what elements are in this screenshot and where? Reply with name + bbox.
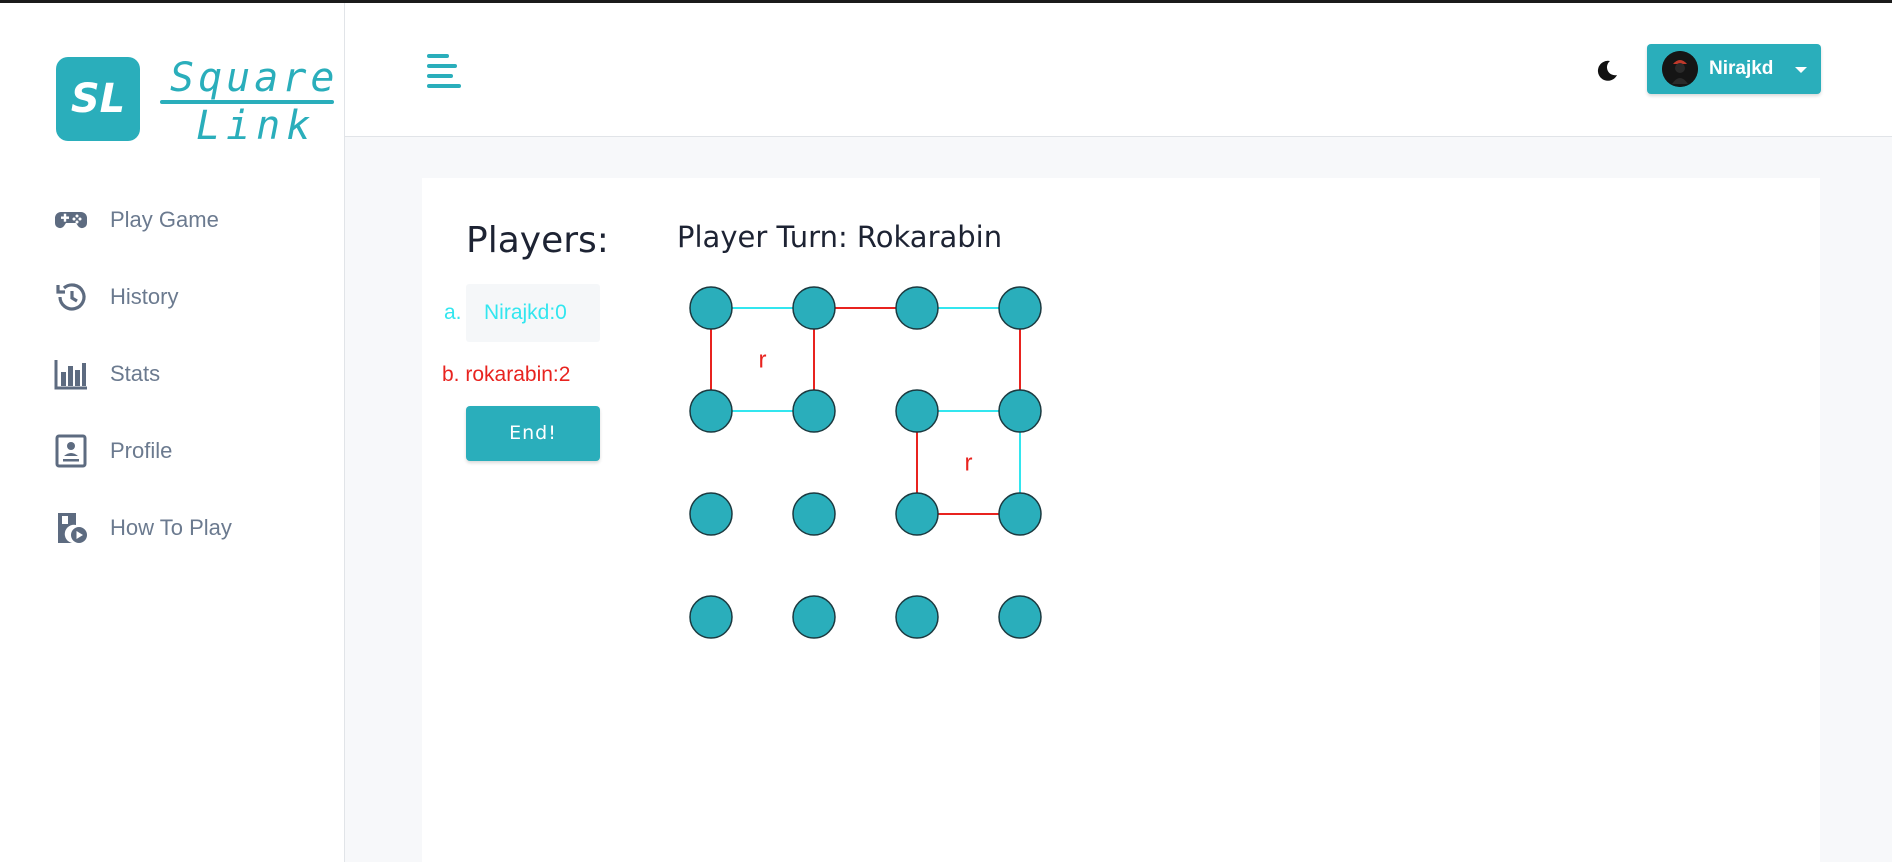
user-menu-button[interactable]: Nirajkd xyxy=(1647,44,1821,94)
board-dot[interactable] xyxy=(895,595,939,639)
sidebar: SL Square Link Play Game History Stats P… xyxy=(0,3,345,862)
logo-badge: SL xyxy=(56,57,140,141)
history-icon xyxy=(56,283,86,311)
user-name: Nirajkd xyxy=(1709,58,1774,79)
sidebar-item-history[interactable]: History xyxy=(54,276,314,353)
sidebar-item-label: Profile xyxy=(110,438,173,463)
board-dot[interactable] xyxy=(895,492,939,536)
sidebar-item-label: How To Play xyxy=(110,515,232,540)
board-dot[interactable] xyxy=(792,492,836,536)
board-dot[interactable] xyxy=(792,286,836,330)
player-a-item: Nirajkd:0 xyxy=(466,284,600,342)
bar-chart-icon xyxy=(54,360,87,390)
board-dot[interactable] xyxy=(792,595,836,639)
logo-wordmark: Square Link xyxy=(160,55,339,149)
board-dot[interactable] xyxy=(689,492,733,536)
hamburger-icon[interactable] xyxy=(427,52,463,90)
game-card xyxy=(422,178,1820,862)
end-game-button[interactable]: End! xyxy=(466,406,600,461)
board-dot[interactable] xyxy=(792,389,836,433)
avatar xyxy=(1662,51,1698,87)
video-guide-icon xyxy=(58,513,87,543)
sidebar-nav: Play Game History Stats Profile How To P… xyxy=(54,199,314,584)
logo-word-link: Link xyxy=(196,103,317,149)
board-dot[interactable] xyxy=(998,492,1042,536)
player-turn-label: Player Turn: Rokarabin xyxy=(677,220,1003,254)
player-a-score: Nirajkd:0 xyxy=(484,301,567,324)
player-b-marker: b. xyxy=(442,363,460,386)
sidebar-item-profile[interactable]: Profile xyxy=(54,430,314,507)
player-a-marker: a. xyxy=(444,301,462,324)
board-dot[interactable] xyxy=(998,595,1042,639)
board-dot[interactable] xyxy=(998,389,1042,433)
logo-word-square: Square xyxy=(170,55,339,101)
player-b-score: rokarabin:2 xyxy=(465,363,571,386)
logo-initials: SL xyxy=(70,76,126,122)
sidebar-item-label: History xyxy=(110,284,179,309)
top-header: Nirajkd xyxy=(345,3,1892,136)
gamepad-icon xyxy=(55,212,87,228)
board-dot[interactable] xyxy=(689,389,733,433)
board-dot[interactable] xyxy=(689,286,733,330)
sidebar-item-label: Play Game xyxy=(110,207,219,232)
board-dot[interactable] xyxy=(895,286,939,330)
player-b-item: b. rokarabin:2 xyxy=(442,363,570,387)
board-dot[interactable] xyxy=(895,389,939,433)
sidebar-item-play-game[interactable]: Play Game xyxy=(54,199,314,276)
board-dot[interactable] xyxy=(689,595,733,639)
moon-icon[interactable] xyxy=(1594,58,1620,84)
players-heading: Players: xyxy=(466,220,609,261)
chevron-down-icon xyxy=(1795,67,1807,73)
profile-card-icon xyxy=(55,434,87,468)
sidebar-item-label: Stats xyxy=(110,361,161,386)
sidebar-item-how-to-play[interactable]: How To Play xyxy=(54,507,314,584)
sidebar-item-stats[interactable]: Stats xyxy=(54,353,314,430)
board-dot[interactable] xyxy=(998,286,1042,330)
